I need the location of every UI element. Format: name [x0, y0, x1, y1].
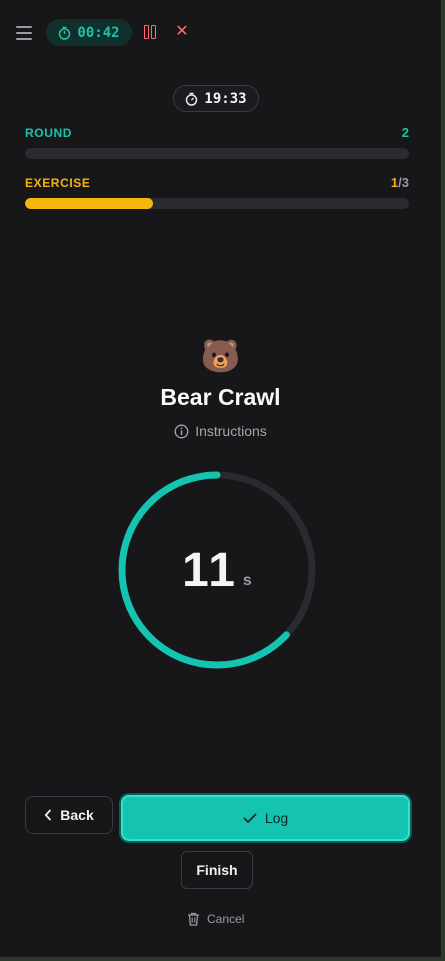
- back-button[interactable]: Back: [25, 796, 113, 834]
- back-label: Back: [60, 807, 94, 823]
- pause-icon[interactable]: [144, 25, 158, 39]
- elapsed-timer: 00:42: [46, 19, 132, 46]
- finish-button[interactable]: Finish: [181, 851, 253, 889]
- exercise-label: EXERCISE: [25, 176, 91, 190]
- chevron-left-icon: [45, 809, 52, 821]
- hamburger-menu-icon[interactable]: [16, 26, 32, 40]
- countdown-unit: s: [242, 572, 252, 589]
- info-icon: [174, 424, 189, 438]
- stopwatch-icon: [186, 92, 198, 106]
- round-label: ROUND: [25, 126, 72, 140]
- countdown: 11 s: [117, 470, 317, 670]
- cancel-label: Cancel: [207, 912, 245, 926]
- trash-icon: [188, 912, 199, 926]
- log-label: Log: [264, 810, 289, 826]
- stopwatch-icon: [59, 26, 71, 40]
- exercise-count: 1/3: [391, 175, 409, 190]
- round-value: 2: [401, 125, 409, 140]
- total-time: 19:33: [204, 90, 247, 107]
- exercise-emoji: 🐻: [200, 338, 241, 374]
- close-icon[interactable]: ✕: [174, 23, 190, 41]
- cancel-button[interactable]: Cancel: [187, 910, 244, 928]
- countdown-value: 11: [182, 543, 237, 597]
- log-button[interactable]: Log: [121, 795, 410, 841]
- exercise-total: /3: [398, 175, 409, 190]
- instructions-link[interactable]: Instructions: [0, 423, 441, 439]
- total-timer: 19:33: [173, 85, 259, 112]
- checkmark-icon: [243, 813, 257, 823]
- workout-screen: 00:42 ✕ 19:33 ROUND 2 EXERCISE 1/3 🐻 Bea…: [0, 0, 441, 957]
- exercise-progress-track: [25, 198, 409, 209]
- round-progress-track: [25, 148, 409, 159]
- exercise-name: Bear Crawl: [160, 384, 281, 410]
- exercise-progress-fill: [25, 198, 153, 209]
- elapsed-time: 00:42: [77, 24, 120, 41]
- instructions-label: Instructions: [195, 423, 267, 439]
